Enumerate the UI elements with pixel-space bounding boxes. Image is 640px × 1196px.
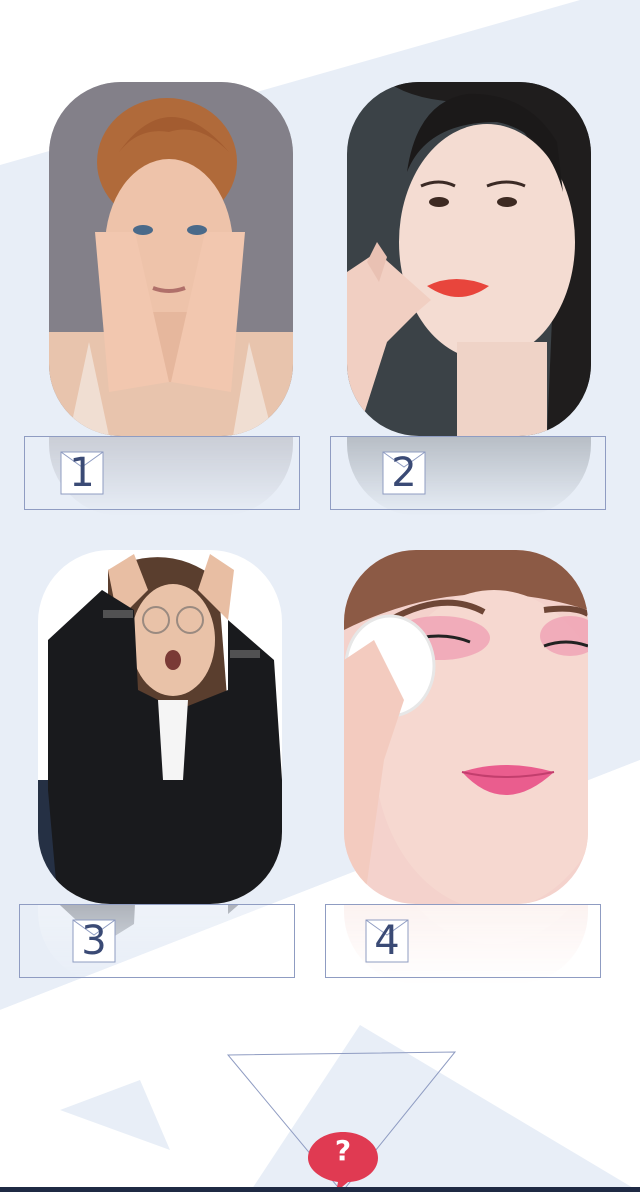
photo-stressed-woman-in-suit [38, 550, 282, 904]
label-box-3[interactable]: 3 [19, 904, 295, 978]
bottom-bar [0, 1187, 640, 1192]
photo-woman-hands-on-face [49, 82, 293, 436]
card-number-4: 4 [374, 918, 400, 964]
number-badge-3: 3 [72, 919, 116, 963]
card-number-1: 1 [69, 450, 95, 496]
number-badge-4: 4 [365, 919, 409, 963]
label-box-4[interactable]: 4 [325, 904, 601, 978]
number-badge-1: 1 [60, 451, 104, 495]
number-badge-2: 2 [382, 451, 426, 495]
photo-woman-removing-makeup [344, 550, 588, 904]
help-button[interactable]: ? [306, 1128, 380, 1192]
card-number-2: 2 [391, 450, 417, 496]
photo-woman-touching-lips [347, 82, 591, 436]
help-label: ? [334, 1134, 352, 1167]
label-box-1[interactable]: 1 [24, 436, 300, 510]
card-number-3: 3 [81, 918, 107, 964]
label-box-2[interactable]: 2 [330, 436, 606, 510]
